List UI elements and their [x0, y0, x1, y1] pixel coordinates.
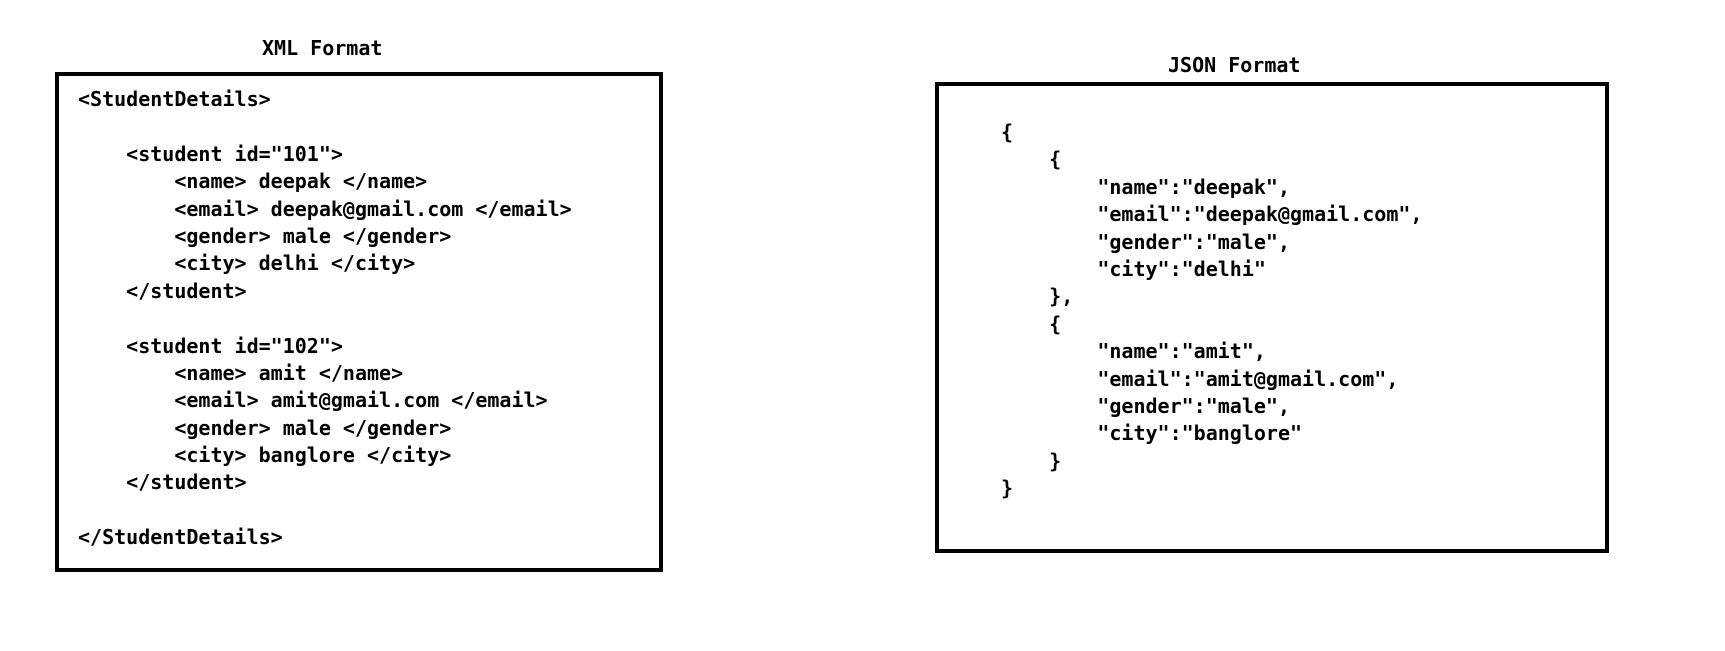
xml-code-line: <city> banglore </city>: [78, 443, 452, 468]
xml-code-line: </student>: [78, 470, 247, 495]
xml-code-box: <StudentDetails> <student id="101"> <nam…: [55, 72, 663, 572]
xml-code-line: </student>: [78, 278, 247, 303]
xml-code-line: <student id="101">: [78, 141, 343, 166]
json-code-line: "city":"banglore": [1001, 421, 1303, 446]
json-code-line: },: [1001, 284, 1074, 309]
json-format-title: JSON Format: [1168, 53, 1301, 77]
json-code-box: { { "name":"deepak", "email":"deepak@gma…: [935, 82, 1609, 553]
xml-code-line: <email> amit@gmail.com </email>: [78, 388, 548, 413]
xml-code-line: <city> delhi </city>: [78, 251, 416, 276]
json-code-line: "email":"amit@gmail.com",: [1001, 366, 1399, 391]
json-code-line: "gender":"male",: [1001, 229, 1290, 254]
xml-code-line: [78, 305, 572, 332]
xml-code-line: <name> deepak </name>: [78, 169, 428, 194]
xml-code-line: <email> deepak@gmail.com </email>: [78, 196, 572, 221]
xml-code-line: [78, 497, 572, 524]
json-code-line: "city":"delhi": [1001, 256, 1266, 281]
xml-code-line: <gender> male </gender>: [78, 415, 452, 440]
json-code-line: "gender":"male",: [1001, 393, 1290, 418]
xml-code-line: <name> amit </name>: [78, 360, 404, 385]
xml-code-line: [78, 113, 572, 140]
json-code-line: {: [1001, 120, 1014, 144]
json-code-lines: { { "name":"deepak", "email":"deepak@gma…: [1001, 119, 1422, 502]
json-code-line: {: [1001, 147, 1062, 172]
json-code-line: "email":"deepak@gmail.com",: [1001, 202, 1423, 227]
json-code-line: "name":"amit",: [1001, 339, 1266, 364]
xml-format-title: XML Format: [262, 36, 383, 60]
xml-code-line: </StudentDetails>: [78, 525, 283, 550]
xml-code-lines: <StudentDetails> <student id="101"> <nam…: [78, 86, 572, 552]
json-code-line: "name":"deepak",: [1001, 174, 1290, 199]
json-code-line: }: [1001, 448, 1062, 473]
json-code-line: }: [1001, 476, 1014, 501]
xml-code-line: <student id="102">: [78, 333, 343, 358]
xml-code-line: <StudentDetails>: [78, 87, 271, 111]
xml-code-line: <gender> male </gender>: [78, 223, 452, 248]
json-code-line: {: [1001, 311, 1062, 336]
